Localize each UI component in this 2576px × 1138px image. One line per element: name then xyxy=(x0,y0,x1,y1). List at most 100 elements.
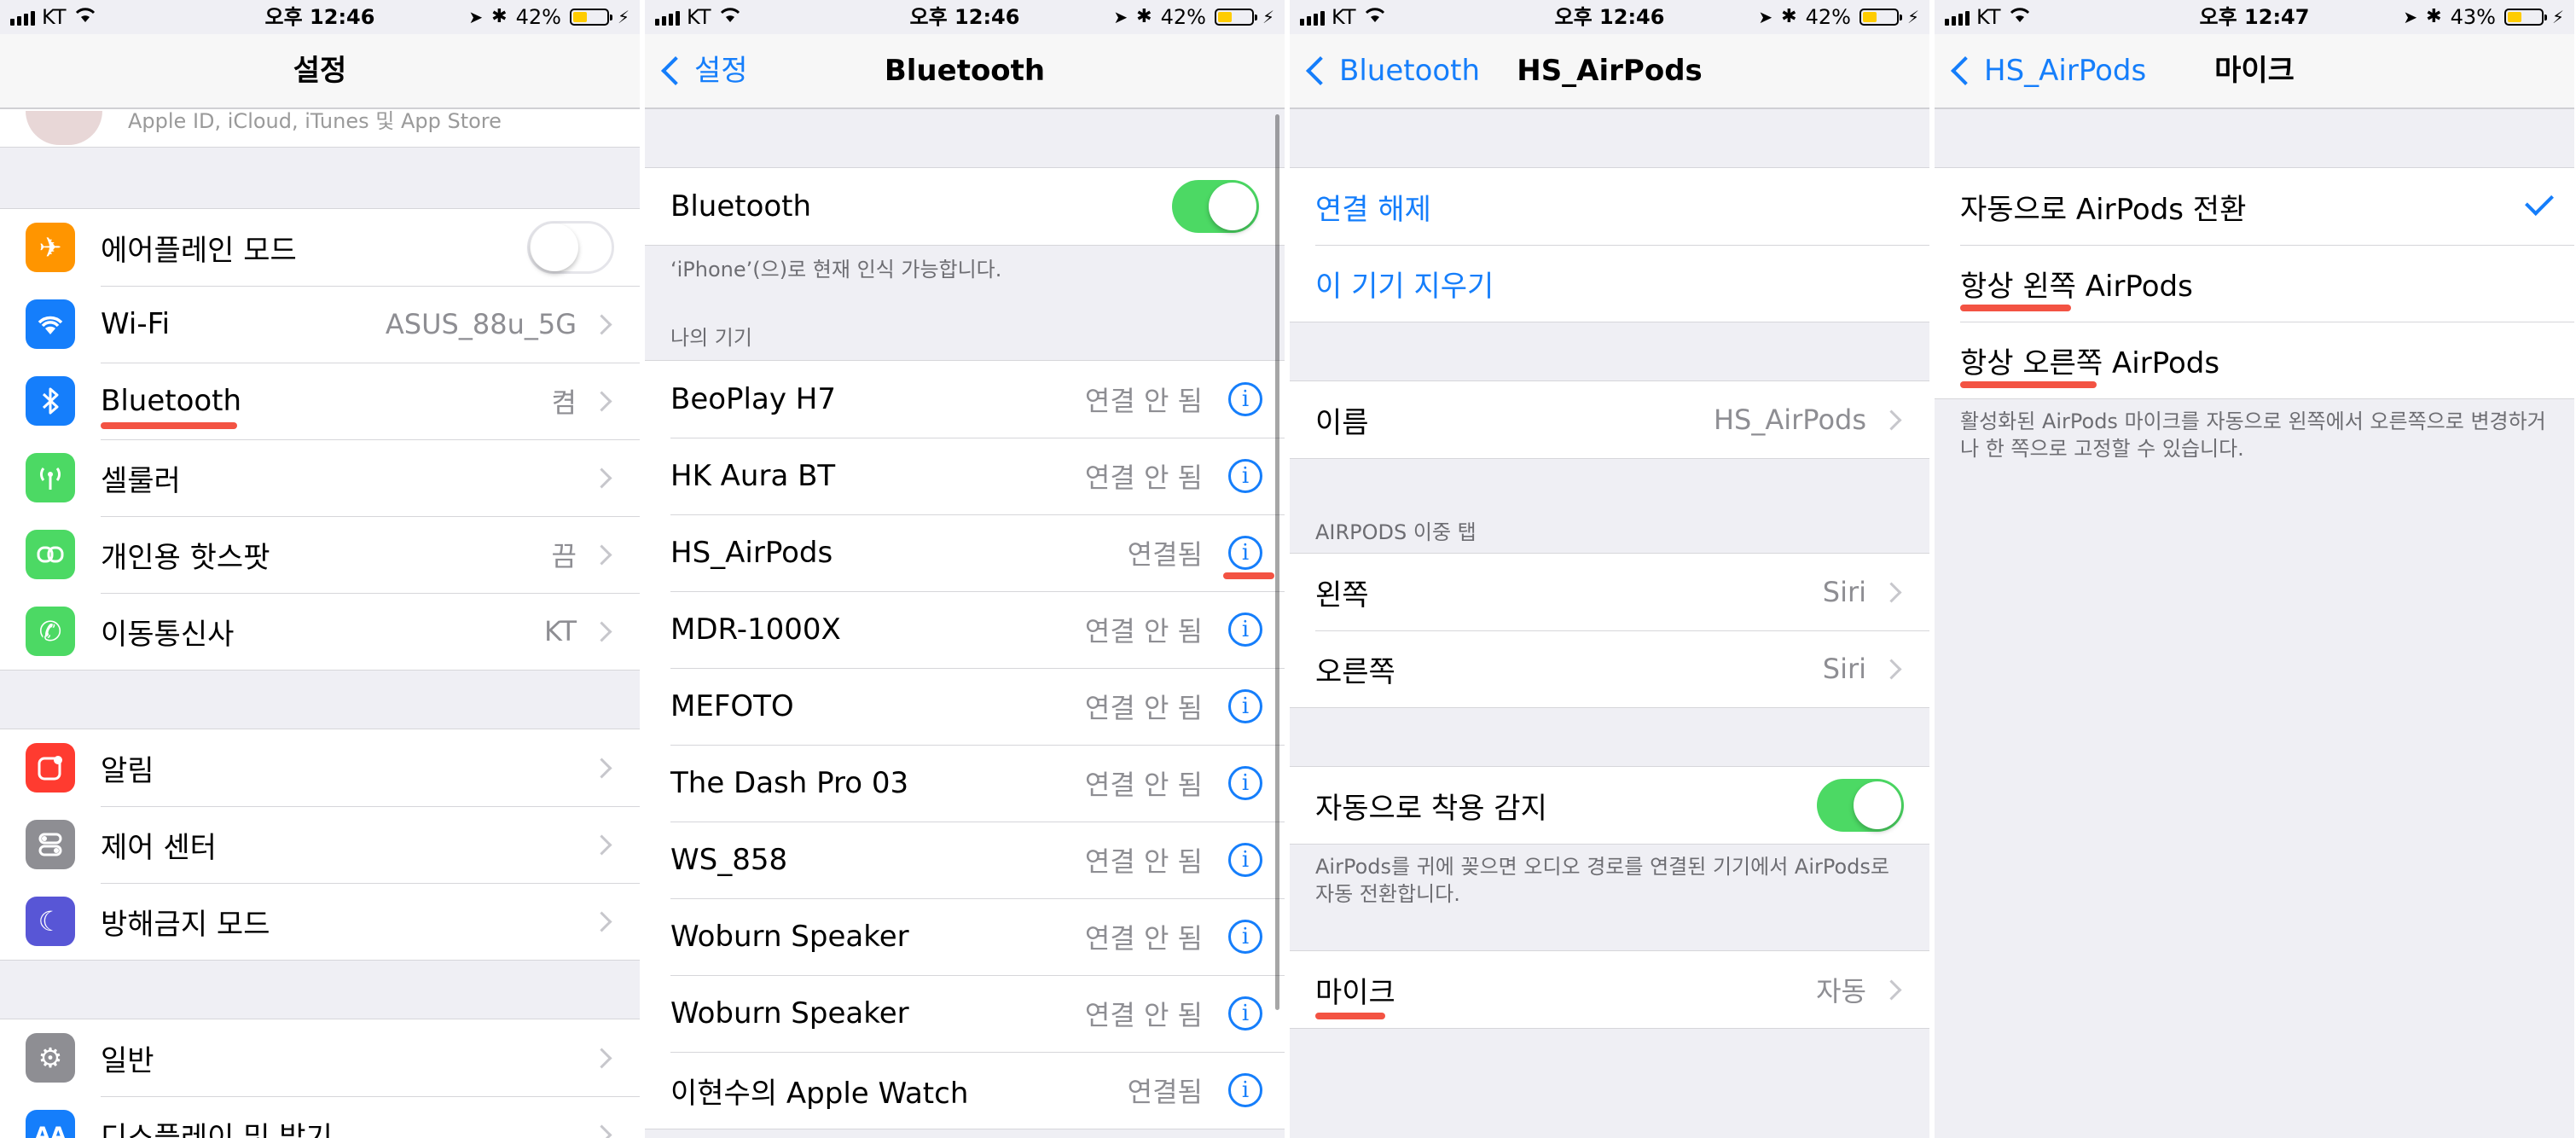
mic-option-auto[interactable]: 자동으로 AirPods 전환 xyxy=(1935,168,2574,245)
row-value: 끔 xyxy=(551,540,577,572)
row-label: Wi-Fi xyxy=(101,307,171,341)
row-value: Siri xyxy=(1822,653,1866,685)
microphone-screen: KT 오후 12:47 ➤ ✱ 43% ⚡ HS_AirPods 마이크 자동으… xyxy=(1935,0,2574,1138)
device-row[interactable]: Woburn Speaker 연결 안 됨 i xyxy=(645,898,1285,975)
mic-option-left[interactable]: 항상 왼쪽 AirPods xyxy=(1935,245,2574,322)
device-row[interactable]: BeoPlay H7 연결 안 됨 i xyxy=(645,361,1285,438)
chevron-right-icon xyxy=(1881,978,1902,1001)
bluetooth-toggle[interactable] xyxy=(1172,180,1259,233)
airplane-toggle[interactable] xyxy=(527,221,614,274)
red-annotation-underline xyxy=(1960,305,2071,311)
disconnect-button[interactable]: 연결 해제 xyxy=(1290,168,1929,245)
charging-icon: ⚡ xyxy=(2551,7,2564,27)
page-title: 마이크 xyxy=(2214,54,2295,88)
device-row[interactable]: MEFOTO 연결 안 됨 i xyxy=(645,668,1285,745)
ear-detection-toggle[interactable] xyxy=(1817,779,1904,832)
settings-row-control-center[interactable]: 제어 센터 xyxy=(0,806,640,883)
nav-bar: 설정 Bluetooth xyxy=(645,34,1285,109)
device-row[interactable]: Woburn Speaker 연결 안 됨 i xyxy=(645,975,1285,1052)
info-icon[interactable]: i xyxy=(1228,843,1262,877)
account-card[interactable]: Apple ID, iCloud, iTunes 및 App Store xyxy=(0,109,640,148)
device-name: WS_858 xyxy=(670,843,788,877)
settings-row-hotspot[interactable]: 개인용 핫스팟 끔 xyxy=(0,516,640,593)
ear-detection-row[interactable]: 자동으로 착용 감지 xyxy=(1290,767,1929,844)
row-value: 자동 xyxy=(1816,975,1866,1007)
info-icon[interactable]: i xyxy=(1228,1073,1262,1107)
scrollbar[interactable] xyxy=(1275,114,1279,1010)
row-label: 이동통신사 xyxy=(101,617,235,652)
settings-row-bluetooth[interactable]: Bluetooth 켬 xyxy=(0,363,640,439)
row-label: Bluetooth xyxy=(101,384,242,418)
device-status: 연결 안 됨 xyxy=(1084,769,1203,801)
right-airpod-row[interactable]: 오른쪽 Siri xyxy=(1290,630,1929,707)
double-tap-header: AIRPODS 이중 탭 xyxy=(1315,520,1477,544)
double-tap-group: 왼쪽 Siri 오른쪽 Siri xyxy=(1290,553,1929,708)
bluetooth-status-icon: ✱ xyxy=(2426,6,2442,27)
settings-row-carrier[interactable]: ✆ 이동통신사 KT xyxy=(0,593,640,670)
chevron-right-icon xyxy=(591,1047,612,1069)
settings-screen: KT 오후 12:46 ➤ ✱ 42% ⚡ 설정 Apple ID, iClou… xyxy=(0,0,640,1138)
chevron-right-icon xyxy=(591,620,612,642)
info-icon[interactable]: i xyxy=(1228,536,1262,570)
device-status: 연결 안 됨 xyxy=(1084,692,1203,724)
row-label: 일반 xyxy=(101,1043,154,1078)
chevron-right-icon xyxy=(591,543,612,566)
row-label: 제어 센터 xyxy=(101,830,217,865)
battery-percent: 43% xyxy=(2450,5,2496,29)
info-icon[interactable]: i xyxy=(1228,382,1262,416)
device-name: HK Aura BT xyxy=(670,459,836,493)
bluetooth-toggle-group: Bluetooth xyxy=(645,167,1285,246)
info-icon[interactable]: i xyxy=(1228,766,1262,800)
chevron-right-icon xyxy=(591,313,612,335)
row-value: Siri xyxy=(1822,576,1866,608)
notification-icon xyxy=(26,743,75,793)
chevron-right-icon xyxy=(591,910,612,932)
row-label: 개인용 핫스팟 xyxy=(101,540,270,575)
info-icon[interactable]: i xyxy=(1228,459,1262,493)
settings-row-cellular[interactable]: 셀룰러 xyxy=(0,439,640,516)
bluetooth-status-icon: ✱ xyxy=(1136,6,1152,27)
device-name: Woburn Speaker xyxy=(670,996,909,1031)
info-icon[interactable]: i xyxy=(1228,920,1262,954)
gear-icon: ⚙ xyxy=(26,1033,75,1083)
battery-icon xyxy=(1859,9,1902,26)
screenshot-collage: KT 오후 12:46 ➤ ✱ 42% ⚡ 설정 Apple ID, iClou… xyxy=(0,0,2576,1138)
settings-row-dnd[interactable]: ☾ 방해금지 모드 xyxy=(0,883,640,960)
device-row[interactable]: HS_AirPods 연결됨 i xyxy=(645,514,1285,591)
info-icon[interactable]: i xyxy=(1228,689,1262,723)
location-icon: ➤ xyxy=(2403,7,2418,27)
bluetooth-toggle-row[interactable]: Bluetooth xyxy=(645,168,1285,245)
device-row[interactable]: MDR-1000X 연결 안 됨 i xyxy=(645,591,1285,668)
device-row[interactable]: The Dash Pro 03 연결 안 됨 i xyxy=(645,745,1285,822)
device-row[interactable]: HK Aura BT 연결 안 됨 i xyxy=(645,438,1285,514)
chevron-right-icon xyxy=(1881,658,1902,680)
cellular-icon xyxy=(26,453,75,502)
settings-row-display[interactable]: AA 디스플레이 및 밝기 xyxy=(0,1096,640,1138)
settings-row-general[interactable]: ⚙ 일반 xyxy=(0,1019,640,1096)
device-status: 연결 안 됨 xyxy=(1084,999,1203,1031)
device-row[interactable]: WS_858 연결 안 됨 i xyxy=(645,822,1285,898)
left-airpod-row[interactable]: 왼쪽 Siri xyxy=(1290,554,1929,630)
settings-row-airplane[interactable]: ✈ 에어플레인 모드 xyxy=(0,209,640,286)
battery-percent: 42% xyxy=(1805,5,1851,29)
location-icon: ➤ xyxy=(468,7,484,27)
settings-row-notifications[interactable]: 알림 xyxy=(0,729,640,806)
settings-row-wifi[interactable]: Wi-Fi ASUS_88u_5G xyxy=(0,286,640,363)
bluetooth-screen: KT 오후 12:46 ➤ ✱ 42% ⚡ 설정 Bluetooth Bluet… xyxy=(645,0,1285,1138)
info-icon[interactable]: i xyxy=(1228,996,1262,1031)
name-row[interactable]: 이름 HS_AirPods xyxy=(1290,381,1929,458)
chevron-right-icon xyxy=(591,467,612,489)
microphone-row[interactable]: 마이크 자동 xyxy=(1290,951,1929,1028)
device-row[interactable]: 이현수의 Apple Watch 연결됨 i xyxy=(645,1052,1285,1129)
info-icon[interactable]: i xyxy=(1228,613,1262,647)
forget-device-button[interactable]: 이 기기 지우기 xyxy=(1290,245,1929,322)
device-name: The Dash Pro 03 xyxy=(670,766,909,800)
status-bar: KT 오후 12:46 ➤ ✱ 42% ⚡ xyxy=(1290,0,1929,34)
nav-bar: 설정 xyxy=(0,34,640,109)
device-status: 연결 안 됨 xyxy=(1084,615,1203,647)
row-label: 셀룰러 xyxy=(101,463,181,498)
phone-icon: ✆ xyxy=(26,607,75,656)
microphone-note: 활성화된 AirPods 마이크를 자동으로 왼쪽에서 오른쪽으로 변경하거나 … xyxy=(1960,409,2546,461)
mic-option-right[interactable]: 항상 오른쪽 AirPods xyxy=(1935,322,2574,398)
row-label: 자동으로 착용 감지 xyxy=(1315,791,1547,826)
